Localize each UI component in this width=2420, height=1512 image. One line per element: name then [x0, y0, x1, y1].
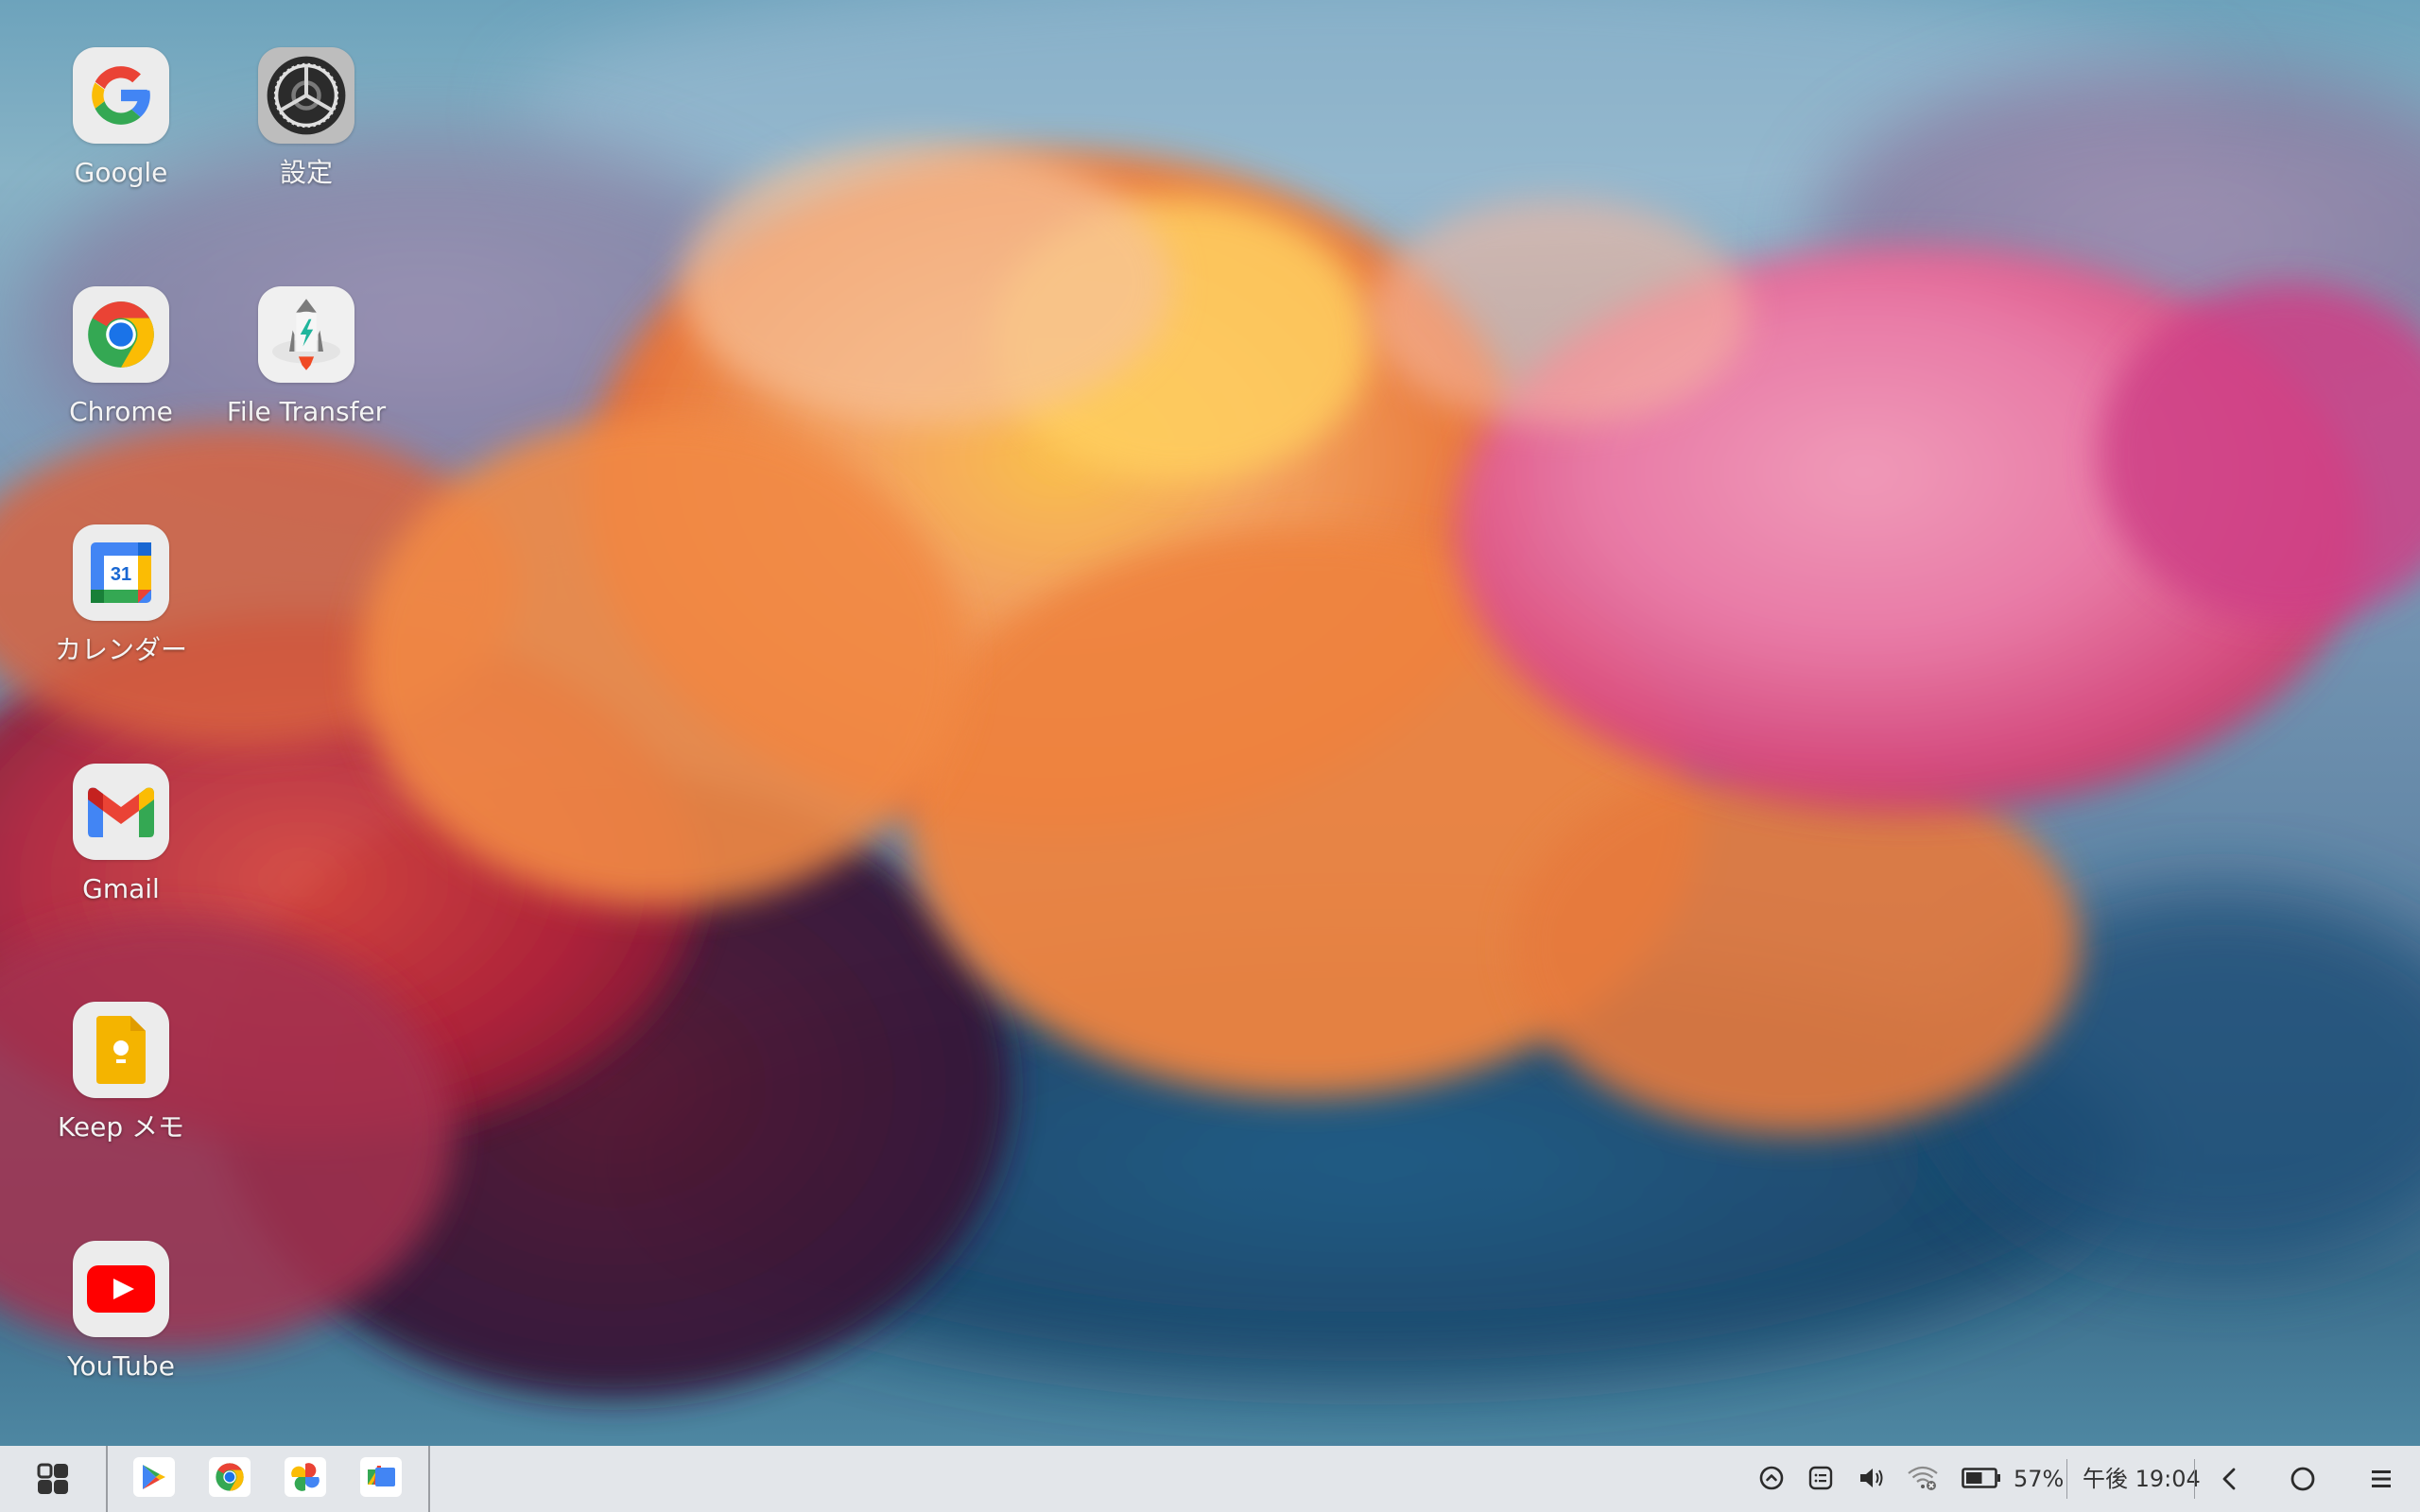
desktop-icon-keep[interactable]: Keep メモ: [26, 1002, 216, 1143]
desktop-wallpaper: [0, 0, 2420, 1446]
desktop-icon-label: 設定: [279, 157, 333, 188]
calendar-day: 31: [111, 564, 131, 585]
taskbar-divider: [428, 1446, 430, 1512]
battery-indicator[interactable]: [1961, 1461, 2002, 1495]
back-button[interactable]: [2205, 1455, 2253, 1503]
app-grid-icon: [37, 1463, 68, 1494]
clock[interactable]: 午後 19:04: [2083, 1446, 2201, 1512]
desktop-icon-chrome[interactable]: Chrome: [26, 286, 216, 428]
desktop-icon-file-transfer[interactable]: File Transfer: [212, 286, 401, 428]
desktop-icon-gmail[interactable]: Gmail: [26, 764, 216, 905]
photos-pinwheel-icon: [291, 1463, 320, 1491]
battery-icon: [1962, 1468, 2000, 1488]
calendar-icon: 31: [73, 524, 169, 621]
battery-fill: [1966, 1472, 1982, 1484]
desktop-icon-settings[interactable]: 設定: [212, 47, 401, 189]
expand-up-icon: [1759, 1466, 1784, 1490]
desktop-icon-label: YouTube: [67, 1350, 175, 1382]
chrome-icon: [73, 286, 169, 383]
desktop-icon-youtube[interactable]: YouTube: [26, 1241, 216, 1383]
chrome-icon: [216, 1463, 244, 1491]
keep-icon: [73, 1002, 169, 1098]
notes-list-icon: [1808, 1466, 1833, 1490]
app-launcher-button[interactable]: [0, 1446, 106, 1512]
desktop-icon-label: File Transfer: [226, 396, 387, 427]
desktop-icon-google[interactable]: Google: [26, 47, 216, 189]
taskbar-app-play-store[interactable]: [133, 1457, 175, 1497]
taskbar: 57% 午後 19:04: [0, 1446, 2420, 1512]
desktop-icon-label: Chrome: [69, 396, 173, 427]
volume-button[interactable]: [1857, 1461, 1887, 1495]
gear-tooth: [269, 94, 275, 97]
desktop-icon-label: Gmail: [82, 873, 160, 904]
battery-percent: 57%: [2014, 1466, 2065, 1492]
gmail-icon: [73, 764, 169, 860]
desktop-icon-calendar[interactable]: 31 カレンダー: [26, 524, 216, 666]
gear-tooth: [337, 94, 343, 97]
home-button[interactable]: [2279, 1455, 2326, 1503]
back-icon: [2222, 1468, 2236, 1490]
rocket-icon: [258, 286, 354, 383]
desktop-icon-label: カレンダー: [54, 634, 187, 665]
home-icon: [2290, 1467, 2315, 1491]
volume-icon: [1860, 1469, 1883, 1487]
taskbar-divider: [106, 1446, 108, 1512]
taskbar-app-photos[interactable]: [285, 1457, 326, 1497]
wallpaper-art: [0, 0, 2420, 1399]
gear-tooth: [304, 59, 308, 64]
notes-button[interactable]: [1806, 1461, 1836, 1495]
google-g-icon: [73, 47, 169, 144]
tray-divider: [2194, 1459, 2195, 1499]
settings-gear-icon: [258, 47, 354, 144]
tray-divider: [2066, 1459, 2067, 1499]
wifi-button[interactable]: [1906, 1461, 1940, 1495]
wifi-disconnected-icon: [1908, 1466, 1938, 1490]
files-icon: [368, 1466, 395, 1486]
expand-tray-button[interactable]: [1756, 1461, 1787, 1495]
desktop-icon-label: Keep メモ: [57, 1111, 185, 1143]
taskbar-app-chrome[interactable]: [209, 1457, 251, 1497]
taskbar-app-files[interactable]: [360, 1457, 402, 1497]
play-store-icon: [143, 1465, 165, 1489]
gear-tooth: [304, 127, 308, 132]
menu-button[interactable]: [2358, 1455, 2405, 1503]
menu-icon: [2372, 1470, 2391, 1487]
desktop-icon-label: Google: [74, 157, 168, 188]
youtube-icon: [73, 1241, 169, 1337]
